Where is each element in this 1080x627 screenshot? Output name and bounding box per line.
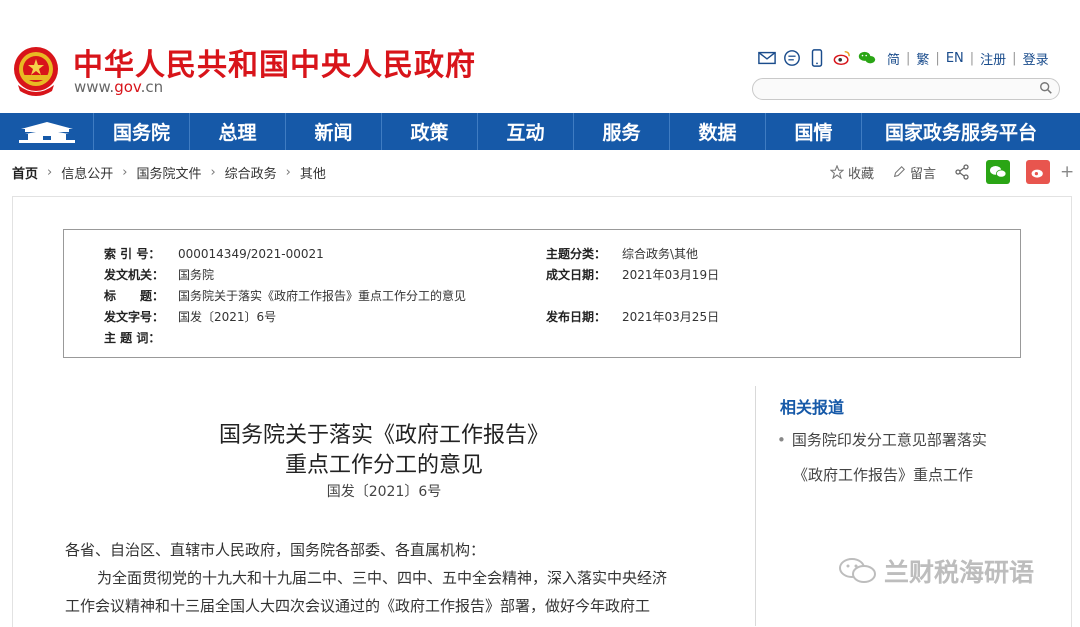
- meta-index-label: 索 引 号：: [104, 247, 161, 261]
- weibo-icon: [1031, 169, 1043, 178]
- meta-created-label: 成文日期：: [546, 268, 607, 282]
- document-meta-table: 索 引 号： 000014349/2021-00021 主题分类： 综合政务\其他 …: [63, 229, 1021, 358]
- nav-home[interactable]: [0, 113, 94, 150]
- lang-traditional-link[interactable]: 繁: [916, 49, 929, 68]
- related-item-link[interactable]: • 国务院印发分工意见部署落实: [777, 429, 987, 450]
- main-nav: 国务院 总理 新闻 政策 互动 服务 数据 国情 国家政务服务平台: [0, 113, 1080, 150]
- nav-item-national-info[interactable]: 国情: [766, 113, 862, 150]
- article-paragraph-line1: 为全面贯彻党的十九大和十九届二中、三中、四中、五中全会精神，深入落实中央经济: [97, 569, 668, 587]
- meta-topic-label: 主题分类：: [546, 247, 607, 261]
- related-reports-title: 相关报道: [780, 398, 845, 417]
- related-item-line1: 国务院印发分工意见部署落实: [791, 431, 987, 449]
- chevron-right-icon: ›: [122, 165, 128, 180]
- nav-item-policy[interactable]: 政策: [382, 113, 478, 150]
- share-icon[interactable]: [954, 164, 970, 180]
- nav-item-premier[interactable]: 总理: [190, 113, 286, 150]
- comment-label: 留言: [910, 166, 937, 182]
- site-url-accent: gov: [114, 78, 141, 96]
- meta-keywords-label: 主 题 词：: [104, 331, 161, 345]
- wechat-icon: [990, 166, 1007, 178]
- pencil-icon: [893, 166, 906, 178]
- meta-keywords-row: 主 题 词：: [104, 329, 178, 346]
- nav-item-interaction[interactable]: 互动: [478, 113, 574, 150]
- share-weibo-button[interactable]: [1026, 160, 1051, 184]
- article-title-line1: 国务院关于落实《政府工作报告》: [218, 423, 549, 448]
- chevron-right-icon: ›: [47, 165, 53, 180]
- page-actions: 收藏 留言 +: [830, 160, 1074, 184]
- meta-topic-value: 综合政务\其他: [622, 247, 699, 261]
- national-emblem-icon[interactable]: [12, 45, 60, 97]
- meta-published-row: 发布日期： 2021年03月25日: [546, 308, 719, 325]
- column-divider: [755, 386, 756, 626]
- tiananmen-icon: [18, 121, 75, 143]
- separator: |: [1012, 50, 1017, 66]
- related-item-line2[interactable]: 《政府工作报告》重点工作: [793, 464, 973, 485]
- breadcrumb-state-council-docs[interactable]: 国务院文件: [136, 163, 201, 182]
- article-title-line2: 重点工作分工的意见: [284, 453, 483, 478]
- meta-title-row: 标 题： 国务院关于落实《政府工作报告》重点工作分工的意见: [104, 287, 466, 304]
- meta-issuer-label: 发文机关：: [104, 268, 165, 282]
- chevron-right-icon: ›: [285, 165, 291, 180]
- breadcrumb: 首页 › 信息公开 › 国务院文件 › 综合政务 › 其他: [12, 163, 326, 182]
- meta-title-label: 标 题：: [104, 289, 165, 303]
- favorite-label: 收藏: [848, 166, 875, 182]
- breadcrumb-other[interactable]: 其他: [300, 163, 326, 182]
- bullet: •: [777, 431, 786, 449]
- meta-index-value: 000014349/2021-00021: [178, 247, 324, 261]
- meta-issuer-row: 发文机关： 国务院: [104, 266, 214, 283]
- meta-topic-row: 主题分类： 综合政务\其他: [546, 245, 698, 262]
- lang-simplified-link[interactable]: 简: [887, 49, 900, 68]
- meta-created-row: 成文日期： 2021年03月19日: [546, 266, 719, 283]
- favorite-button[interactable]: 收藏: [830, 163, 874, 182]
- search-input[interactable]: [752, 78, 1060, 100]
- article-salutation: 各省、自治区、直辖市人民政府，国务院各部委、各直属机构：: [65, 541, 486, 559]
- breadcrumb-home[interactable]: 首页: [12, 163, 38, 182]
- header-tools: 简 | 繁 | EN | 注册 | 登录: [758, 48, 1049, 68]
- search-icon[interactable]: [1039, 81, 1053, 95]
- language-links: 简 | 繁 | EN | 注册 | 登录: [887, 49, 1049, 68]
- star-icon: [830, 165, 844, 179]
- message-icon[interactable]: [783, 49, 801, 67]
- wechat-watermark: 兰财税海研语: [838, 553, 1034, 589]
- watermark-text: 兰财税海研语: [884, 558, 1035, 587]
- article-paragraph-line2: 工作会议精神和十三届全国人大四次会议通过的《政府工作报告》部署，做好今年政府工: [65, 597, 651, 615]
- article-doc-number: 国发〔2021〕6号: [326, 484, 442, 500]
- breadcrumb-general-affairs[interactable]: 综合政务: [225, 163, 277, 182]
- meta-published-label: 发布日期：: [546, 310, 607, 324]
- comment-button[interactable]: 留言: [892, 163, 936, 182]
- nav-item-state-council[interactable]: 国务院: [94, 113, 190, 150]
- meta-index-row: 索 引 号： 000014349/2021-00021: [104, 245, 324, 262]
- breadcrumb-info-public[interactable]: 信息公开: [61, 163, 113, 182]
- meta-published-value: 2021年03月25日: [622, 310, 720, 324]
- meta-title-value: 国务院关于落实《政府工作报告》重点工作分工的意见: [178, 289, 467, 303]
- wechat-icon[interactable]: [858, 49, 876, 67]
- nav-item-services[interactable]: 服务: [574, 113, 670, 150]
- meta-docno-label: 发文字号：: [104, 310, 165, 324]
- more-share-button[interactable]: +: [1060, 162, 1074, 182]
- login-link[interactable]: 登录: [1023, 49, 1049, 68]
- site-header: 中华人民共和国中央人民政府 www.gov.cn 简 | 繁 | EN | 注册…: [0, 0, 1080, 113]
- nav-item-data[interactable]: 数据: [670, 113, 766, 150]
- meta-created-value: 2021年03月19日: [622, 268, 720, 282]
- mobile-icon[interactable]: [808, 49, 826, 67]
- site-url-suffix: .cn: [140, 78, 164, 96]
- site-url-prefix: www.: [74, 78, 115, 96]
- separator: |: [969, 50, 975, 66]
- nav-item-news[interactable]: 新闻: [286, 113, 382, 150]
- nav-item-gov-service-platform[interactable]: 国家政务服务平台: [862, 113, 1060, 150]
- separator: |: [906, 50, 911, 66]
- site-url[interactable]: www.gov.cn: [74, 78, 163, 96]
- mail-icon[interactable]: [758, 49, 776, 67]
- meta-docno-value: 国发〔2021〕6号: [178, 310, 277, 324]
- meta-docno-row: 发文字号： 国发〔2021〕6号: [104, 308, 276, 325]
- meta-issuer-value: 国务院: [178, 268, 215, 282]
- lang-english-link[interactable]: EN: [946, 51, 964, 66]
- share-wechat-button[interactable]: [986, 160, 1011, 184]
- weibo-icon[interactable]: [833, 49, 851, 67]
- register-link[interactable]: 注册: [980, 49, 1006, 68]
- wechat-icon: [839, 558, 876, 583]
- chevron-right-icon: ›: [210, 165, 216, 180]
- separator: |: [935, 50, 940, 66]
